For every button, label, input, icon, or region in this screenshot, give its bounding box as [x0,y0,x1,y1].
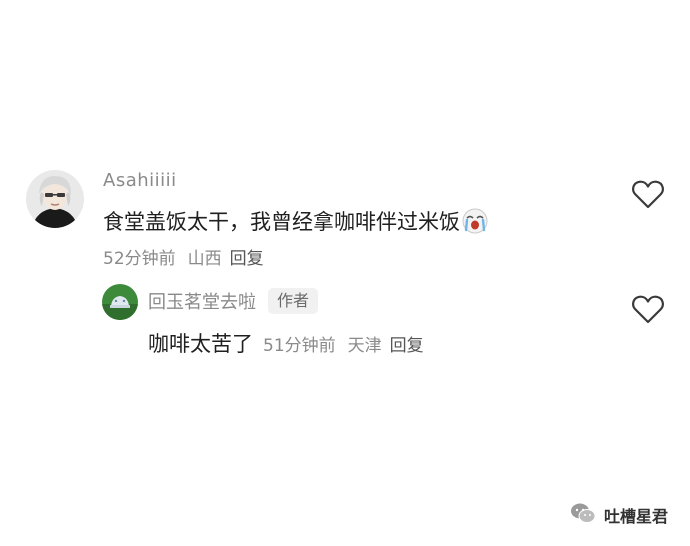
watermark-text: 吐槽星君 [603,507,668,526]
watermark: 吐槽星君 [570,502,668,528]
avatar[interactable] [26,170,84,228]
comment-meta: 52分钟前 山西 回复 [103,244,264,269]
avatar[interactable] [102,284,138,320]
author-badge: 作者 [268,288,319,314]
comment-text-row: 食堂盖饭太干，我曾经拿咖啡伴过米饭 [103,206,488,236]
reply-username[interactable]: 回玉茗堂去啦 [148,288,256,314]
comment-time: 52分钟前 [103,249,176,269]
reply-button[interactable]: 回复 [230,244,264,269]
comment-location: 山西 [187,249,222,269]
reply-time: 51分钟前 [263,335,336,356]
heart-icon [632,295,664,324]
reply-username-row: 回玉茗堂去啦 作者 [148,288,319,314]
like-button[interactable] [631,178,665,210]
reply-meta: 51分钟前 天津 回复 [263,331,424,356]
reply-location: 天津 [347,335,382,356]
comment-username[interactable]: Asahiiiii [103,170,177,191]
crying-face-icon [462,208,488,234]
heart-icon [632,180,664,209]
wechat-icon [570,502,596,528]
reply-text: 咖啡太苦了 [148,332,253,356]
reply-button[interactable]: 回复 [390,331,424,356]
comment-text: 食堂盖饭太干，我曾经拿咖啡伴过米饭 [103,210,460,234]
reply-text-row: 咖啡太苦了 51分钟前 天津 回复 [148,328,424,358]
like-button[interactable] [631,293,665,325]
